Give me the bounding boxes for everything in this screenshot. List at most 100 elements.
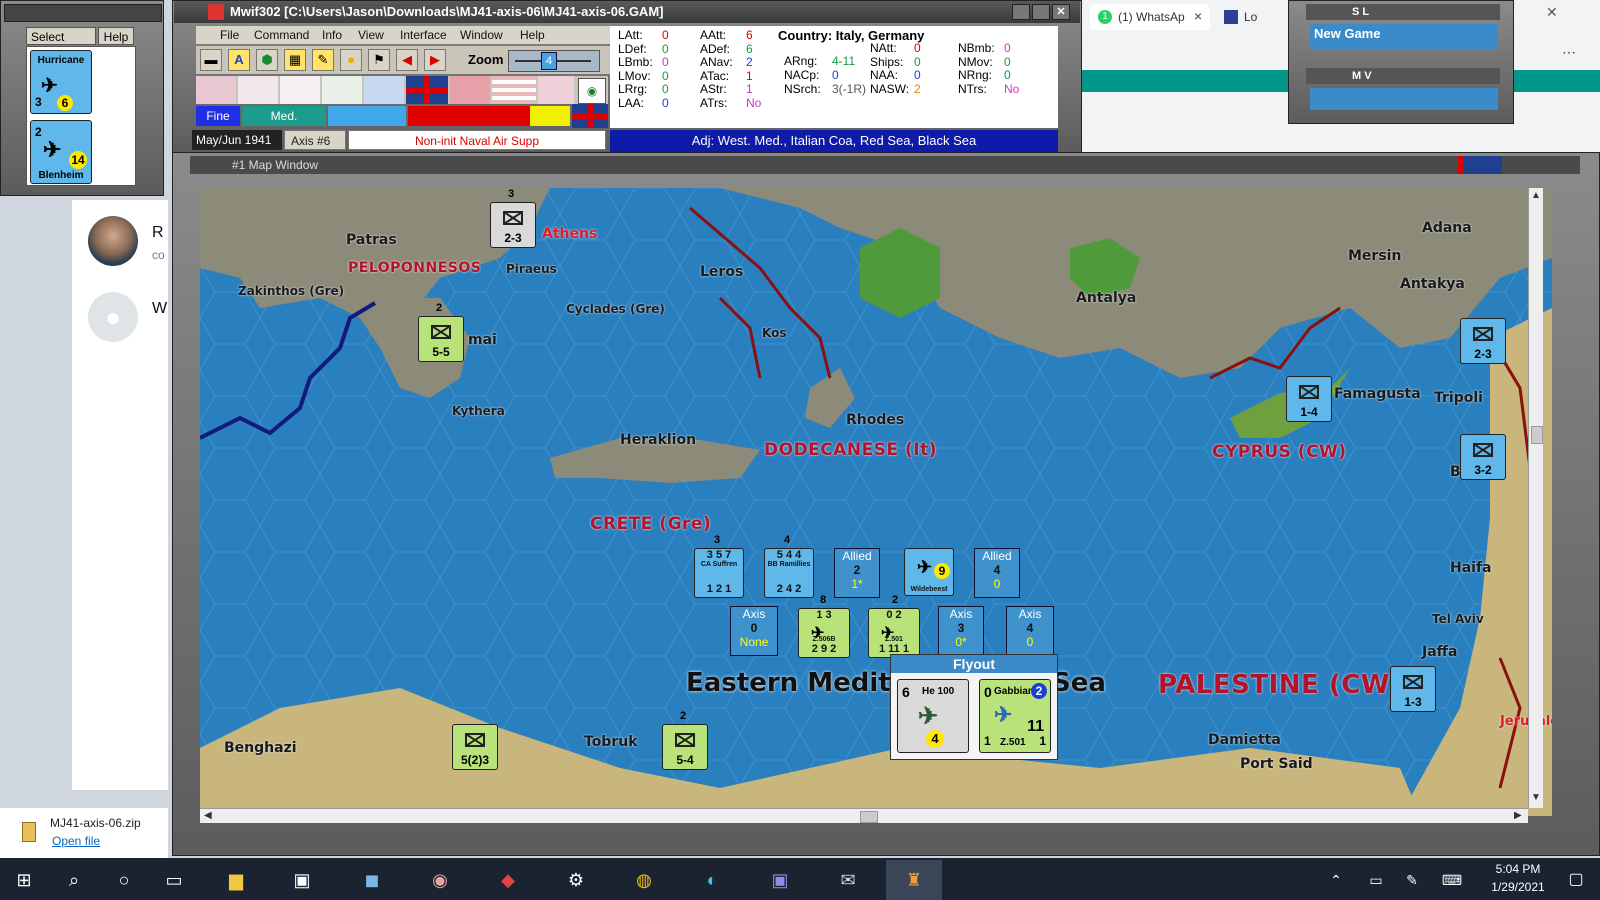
scroll-right-icon[interactable]: ▶ (1514, 810, 1522, 821)
city-haifa[interactable]: Haifa (1450, 560, 1492, 576)
menu-command[interactable]: Command (254, 26, 309, 44)
map-vertical-scrollbar[interactable]: ▲ ▼ (1528, 188, 1543, 808)
city-antakya[interactable]: Antakya (1400, 276, 1465, 292)
close-icon[interactable]: × (1194, 8, 1202, 24)
scroll-down-icon[interactable]: ▼ (1531, 792, 1541, 803)
city-rhodes[interactable]: Rhodes (846, 412, 904, 428)
arrow-right-icon[interactable]: ▶ (424, 49, 446, 71)
axis-naval-box-4[interactable]: Axis 4 0 (1006, 606, 1054, 656)
tank-icon[interactable]: ▬ (200, 49, 222, 71)
flag-7-icon[interactable] (450, 76, 490, 104)
map-viewport[interactable]: Patras Athens Piraeus Leros Antalya Mers… (200, 188, 1552, 816)
flag-9-icon[interactable] (538, 76, 574, 104)
keyboard-icon[interactable]: ⌨ (1432, 860, 1472, 900)
map-window-titlebar[interactable]: #1 Map Window (190, 156, 1580, 174)
menu-interface[interactable]: Interface (400, 26, 447, 44)
unit-counter-beirut[interactable]: 3-2 (1460, 434, 1506, 480)
arrow-left-icon[interactable]: ◀ (396, 49, 418, 71)
settings-gear-icon[interactable]: ⚙ (556, 860, 596, 900)
notification-icon[interactable]: ▢ (1556, 860, 1596, 900)
city-benghazi[interactable]: Benghazi (224, 740, 297, 756)
unit-counter-tripoli[interactable]: 2-3 (1460, 318, 1506, 364)
island-zakinthos[interactable]: Zakinthos (Gre) (238, 284, 344, 298)
close-icon[interactable]: ✕ (1052, 4, 1070, 20)
target-icon[interactable]: ◉ (578, 78, 606, 104)
more-options-icon[interactable]: ⋯ (1562, 44, 1576, 61)
group-avatar-icon[interactable]: ● (88, 292, 138, 342)
scroll-left-icon[interactable]: ◀ (204, 810, 212, 821)
chrome-icon[interactable]: ◍ (624, 860, 664, 900)
city-heraklion[interactable]: Heraklion (620, 432, 696, 448)
city-port-said[interactable]: Port Said (1240, 756, 1313, 772)
usa-flag-icon[interactable] (492, 76, 536, 104)
browser-tab-whatsapp[interactable]: 1 (1) WhatsAp × (1090, 4, 1210, 30)
scroll-thumb[interactable] (1531, 426, 1543, 444)
flyout-gabbiano-counter[interactable]: 0 Gabbiano 2 ✈ 11 1 Z.501 1 (979, 679, 1051, 753)
air-counter-wildebeest[interactable]: ✈ 9 Wildebeest (904, 548, 954, 596)
clock-date[interactable]: 1/29/2021 (1480, 880, 1556, 894)
city-famagusta[interactable]: Famagusta (1334, 386, 1421, 402)
paint-icon[interactable]: ◉ (420, 860, 460, 900)
zoom-slider-thumb[interactable]: 4 (541, 52, 557, 70)
menu-file[interactable]: File (220, 26, 239, 44)
search-icon[interactable]: ⌕ (54, 860, 94, 900)
flag-1-icon[interactable] (196, 76, 236, 104)
file-explorer-icon[interactable]: ▆ (216, 860, 256, 900)
start-icon[interactable]: ⊞ (4, 860, 44, 900)
terminal-icon[interactable]: ▣ (282, 860, 322, 900)
open-file-link[interactable]: Open file (52, 834, 100, 848)
air-counter-z501[interactable]: 0 2 ✈ Z.501 1 11 1 (868, 608, 920, 658)
city-tobruk[interactable]: Tobruk (584, 734, 638, 750)
island-cyclades[interactable]: Cyclades (Gre) (566, 302, 665, 316)
city-antalya[interactable]: Antalya (1076, 290, 1136, 306)
air-counter-z506b[interactable]: 1 3 ✈ Z.506B 2 9 2 (798, 608, 850, 658)
uk-flag-icon[interactable] (406, 76, 448, 104)
axis-naval-box-3[interactable]: Axis 3 0* (938, 606, 984, 656)
city-adana[interactable]: Adana (1422, 220, 1472, 236)
city-leros[interactable]: Leros (700, 264, 743, 280)
city-damietta[interactable]: Damietta (1208, 732, 1281, 748)
hurricane-unit-counter[interactable]: Hurricane ✈ 3 6 (30, 50, 92, 114)
sl-titlebar[interactable]: S L (1306, 4, 1500, 20)
city-kalamai[interactable]: mai (468, 332, 497, 348)
minimize-icon[interactable] (1012, 4, 1030, 20)
city-tel-aviv[interactable]: Tel Aviv (1432, 612, 1484, 626)
new-game-button[interactable]: New Game (1310, 24, 1498, 50)
maximize-icon[interactable] (1032, 4, 1050, 20)
island-kythera[interactable]: Kythera (452, 404, 505, 418)
app-red-icon[interactable]: ◆ (488, 860, 528, 900)
help-tab[interactable]: Help (98, 27, 134, 45)
avatar[interactable] (88, 216, 138, 266)
select-tab[interactable]: Select (26, 27, 96, 45)
main-window-titlebar[interactable]: Mwif302 [C:\Users\Jason\Downloads\MJ41-a… (174, 1, 1080, 23)
mv-titlebar[interactable]: M V (1306, 68, 1500, 84)
scroll-up-icon[interactable]: ▲ (1531, 190, 1541, 201)
clock-time[interactable]: 5:04 PM (1486, 862, 1550, 876)
pen-icon[interactable]: ✎ (1392, 860, 1432, 900)
zoom-slider[interactable]: 4 (508, 50, 600, 72)
cortana-icon[interactable]: ○ (104, 860, 144, 900)
city-mersin[interactable]: Mersin (1348, 248, 1401, 264)
city-athens[interactable]: Athens (542, 226, 597, 242)
menu-view[interactable]: View (358, 26, 384, 44)
city-tripoli[interactable]: Tripoli (1434, 390, 1483, 406)
edge-icon[interactable]: ◐ (692, 860, 732, 900)
tray-chevron-icon[interactable]: ⌃ (1316, 860, 1356, 900)
allied-naval-box-2[interactable]: Allied 2 1* (834, 548, 880, 598)
unit-counter-kalamai[interactable]: 5-5 (418, 316, 464, 362)
unit-counter-benghazi[interactable]: 5(2)3 (452, 724, 498, 770)
flyout-he100-counter[interactable]: 6 He 100 ✈ 4 (897, 679, 969, 753)
unit-counter-athens[interactable]: 2-3 (490, 202, 536, 248)
city-jerusalem[interactable]: Jerusalem (1500, 714, 1552, 729)
teams-icon[interactable]: ▣ (760, 860, 800, 900)
city-patras[interactable]: Patras (346, 232, 397, 248)
unit-counter-tobruk[interactable]: 5-4 (662, 724, 708, 770)
unit-counter-jaffa[interactable]: 1-3 (1390, 666, 1436, 712)
japan-flag-icon[interactable] (280, 76, 320, 104)
allied-naval-box-4[interactable]: Allied 4 0 (974, 548, 1020, 598)
flag-2-icon[interactable] (238, 76, 278, 104)
notes-icon[interactable]: ✎ (312, 49, 334, 71)
mwif-taskbar-icon[interactable]: ♜ (886, 860, 942, 900)
map-horizontal-scrollbar[interactable]: ◀ ▶ (200, 808, 1528, 823)
axis-naval-box-0[interactable]: Axis 0 None (730, 606, 778, 656)
